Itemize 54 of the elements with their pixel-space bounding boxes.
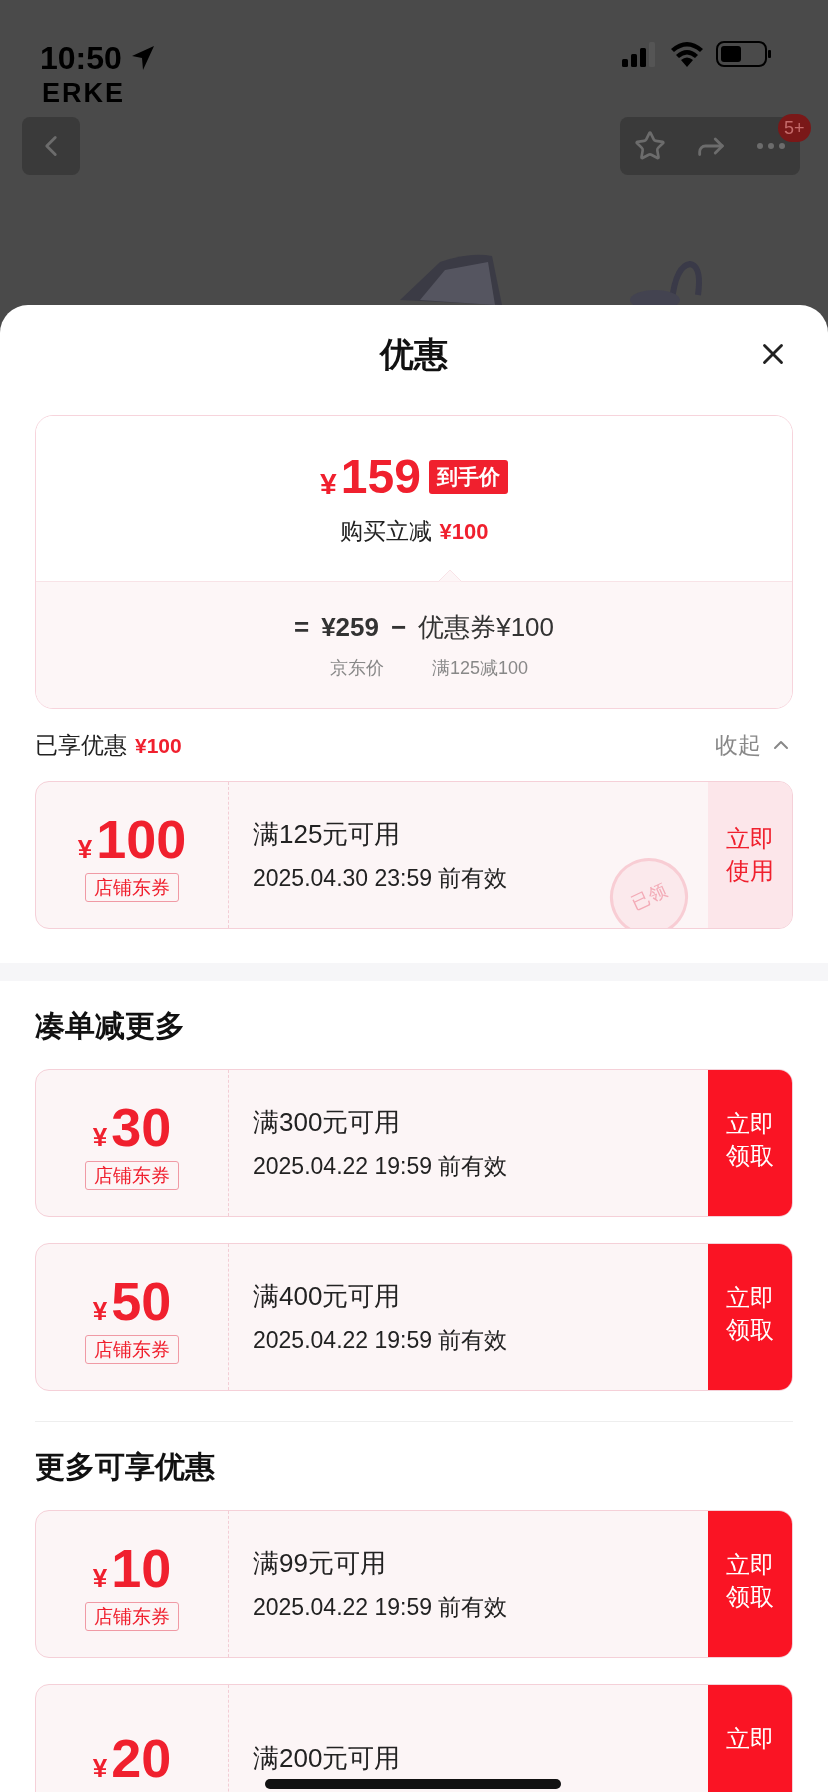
claim-button[interactable]: 立即领取 [708,1244,792,1390]
claim-button[interactable]: 立即 [708,1685,792,1792]
coupon-rule: 满125减100 [431,657,529,680]
coupon-condition: 满400元可用 [253,1280,401,1313]
enjoyed-amount: ¥100 [135,732,182,759]
coupon-validity: 2025.04.22 19:59 前有效 [253,1152,508,1181]
coupon-amount: 20 [111,1728,172,1788]
currency-symbol: ¥ [92,1561,108,1595]
currency-symbol: ¥ [92,1120,108,1154]
coupon-tag: 店铺东券 [85,1160,179,1190]
final-price-label: 到手价 [428,460,508,495]
coupon-deduction: 优惠券¥100 [418,611,555,644]
sheet-title: 优惠 [380,333,448,375]
coupon-condition: 满300元可用 [253,1106,401,1139]
coupon-tag: 店铺东券 [85,1334,179,1364]
claim-button[interactable]: 立即领取 [708,1511,792,1657]
signal-icon [622,41,658,67]
coupon-amount: 10 [111,1537,172,1598]
coupon-amount: 100 [96,808,187,869]
coupon-validity: 2025.04.30 23:59 前有效 [253,864,508,893]
use-now-button[interactable]: 立即使用 [708,782,792,928]
brand-logo: ERKE [42,78,125,108]
wifi-icon [670,41,704,67]
final-price: 159 [340,450,421,505]
coupon-condition: 满125元可用 [253,818,401,851]
coupon-condition: 满99元可用 [253,1547,386,1580]
star-icon[interactable] [634,130,666,162]
notification-badge: 5+ [778,114,811,142]
instant-discount-label: 购买立减 [339,516,432,546]
coupon-amount: 50 [111,1270,172,1331]
currency-symbol: ¥ [92,1294,108,1328]
status-time: 10:50 [40,39,122,78]
currency-symbol: ¥ [92,1752,108,1785]
claim-button[interactable]: 立即领取 [708,1070,792,1216]
collapse-toggle[interactable]: 收起 [715,727,793,763]
section-title: 更多可享优惠 [35,1448,215,1485]
minus-sign: − [391,611,407,644]
more-icon[interactable] [756,142,786,150]
back-button[interactable] [22,117,80,175]
currency-symbol: ¥ [320,465,337,502]
base-price: ¥259 [321,611,379,644]
equals-sign: = [293,611,310,644]
section-title: 凑单减更多 [35,1007,185,1044]
coupon-condition: 满200元可用 [253,1742,401,1775]
base-price-label: 京东价 [329,657,384,680]
coupon-amount: 30 [111,1096,172,1157]
battery-icon [716,40,772,68]
enjoyed-label: 已享优惠 [35,730,127,760]
coupon-tag: 店铺东券 [85,1601,179,1631]
coupon-validity: 2025.04.22 19:59 前有效 [253,1593,508,1622]
coupon-tag: 店铺东券 [85,872,179,902]
instant-discount-amount: ¥100 [439,517,489,546]
coupon-validity: 2025.04.22 19:59 前有效 [253,1326,508,1355]
currency-symbol: ¥ [77,832,93,866]
